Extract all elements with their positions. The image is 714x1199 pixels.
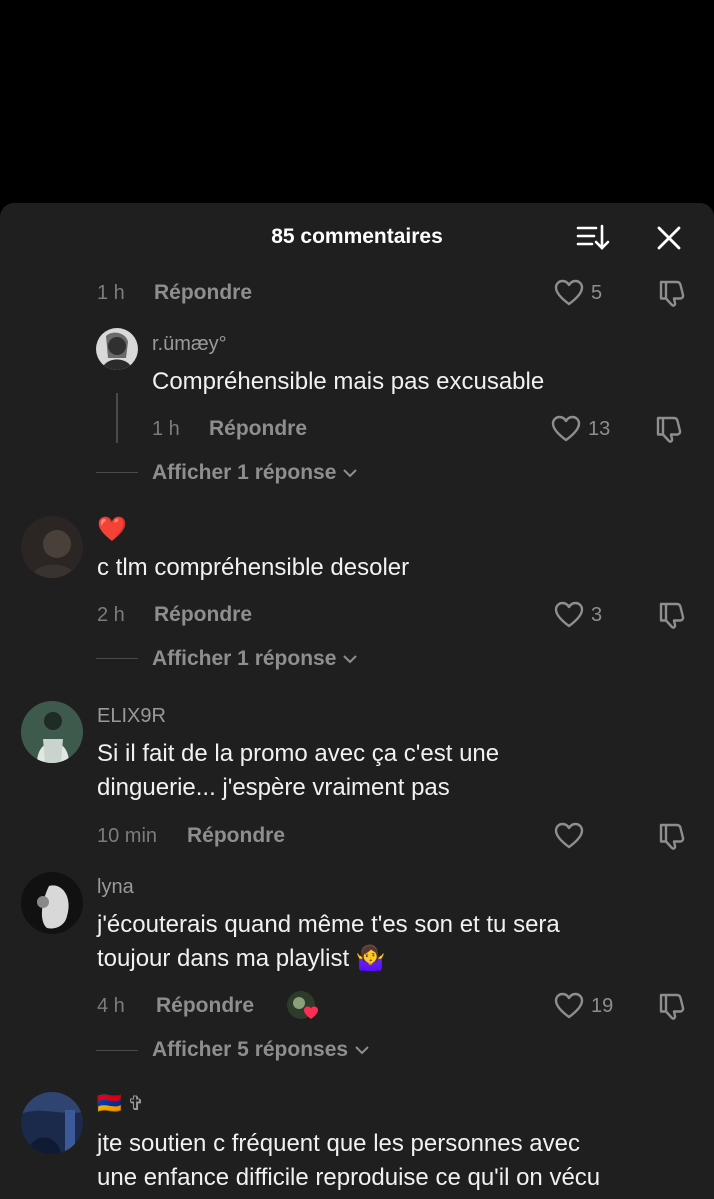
comment-text-line: Si il fait de la promo avec ça c'est une — [97, 740, 500, 767]
comment-text: c tlm compréhensible desoler — [97, 554, 410, 581]
replies-divider — [96, 1050, 138, 1051]
comment-text-line: une enfance difficile reproduise ce qu'i… — [97, 1164, 601, 1191]
chevron-down-icon — [355, 1046, 369, 1055]
comment-username[interactable]: r.ümæy° — [152, 333, 227, 356]
comments-sheet: 85 commentaires 1 h Répondre 5 r.ümæy° C… — [0, 203, 714, 1199]
show-replies-button[interactable]: Afficher 1 réponse — [152, 647, 358, 671]
dislike-icon[interactable] — [657, 278, 687, 308]
close-button[interactable] — [654, 223, 684, 253]
heart-icon[interactable] — [554, 822, 584, 850]
reply-button[interactable]: Répondre — [154, 603, 252, 627]
comment-text-line: jte soutien c fréquent que les personnes… — [97, 1130, 580, 1157]
like-count: 19 — [591, 995, 614, 1017]
heart-icon[interactable] — [551, 415, 581, 443]
comment-username[interactable]: ELIX9R — [97, 705, 166, 728]
comment-time: 1 h — [152, 418, 180, 440]
comment-time: 2 h — [97, 604, 125, 626]
dislike-icon[interactable] — [654, 414, 684, 444]
reply-button[interactable]: Répondre — [156, 994, 254, 1018]
replies-divider — [96, 472, 138, 473]
reply-button[interactable]: Répondre — [209, 417, 307, 441]
comment-text-line: j'écouterais quand même t'es son et tu s… — [97, 911, 560, 938]
chevron-down-icon — [343, 655, 357, 664]
dislike-icon[interactable] — [657, 991, 687, 1021]
comment-username[interactable]: lyna — [97, 876, 134, 899]
comment-time: 10 min — [97, 825, 158, 847]
show-replies-button[interactable]: Afficher 1 réponse — [152, 461, 358, 485]
comment-text-line: toujour dans ma playlist 🤷‍♀️ — [97, 945, 386, 972]
comment-text-line: dinguerie... j'espère vraiment pas — [97, 774, 450, 801]
avatar[interactable] — [21, 872, 83, 934]
dislike-icon[interactable] — [657, 600, 687, 630]
comment-text: Compréhensible mais pas excusable — [152, 368, 545, 395]
like-count: 13 — [588, 418, 611, 440]
reply-button[interactable]: Répondre — [154, 281, 252, 305]
avatar[interactable] — [96, 328, 138, 370]
comment-time: 1 h — [97, 282, 125, 304]
comment-time: 4 h — [97, 995, 125, 1017]
reply-button[interactable]: Répondre — [187, 824, 285, 848]
show-replies-button[interactable]: Afficher 5 réponses — [152, 1038, 370, 1062]
heart-icon[interactable] — [554, 992, 584, 1020]
avatar[interactable] — [21, 516, 83, 578]
comments-header: 85 commentaires — [0, 203, 714, 273]
like-count: 5 — [591, 282, 603, 304]
chevron-down-icon — [343, 469, 357, 478]
avatar[interactable] — [21, 1092, 83, 1154]
sort-icon — [576, 224, 610, 250]
thread-line — [116, 393, 118, 443]
like-count: 3 — [591, 604, 603, 626]
sort-button[interactable] — [576, 223, 610, 253]
heart-icon[interactable] — [554, 601, 584, 629]
replies-divider — [96, 658, 138, 659]
close-icon — [657, 226, 681, 250]
comment-username[interactable]: ❤️ — [97, 515, 127, 544]
avatar[interactable] — [21, 701, 83, 763]
heart-icon[interactable] — [554, 279, 584, 307]
dislike-icon[interactable] — [657, 821, 687, 851]
heart-icon — [304, 1006, 318, 1019]
comment-username[interactable]: 🇦🇲 ✞ — [97, 1091, 144, 1116]
